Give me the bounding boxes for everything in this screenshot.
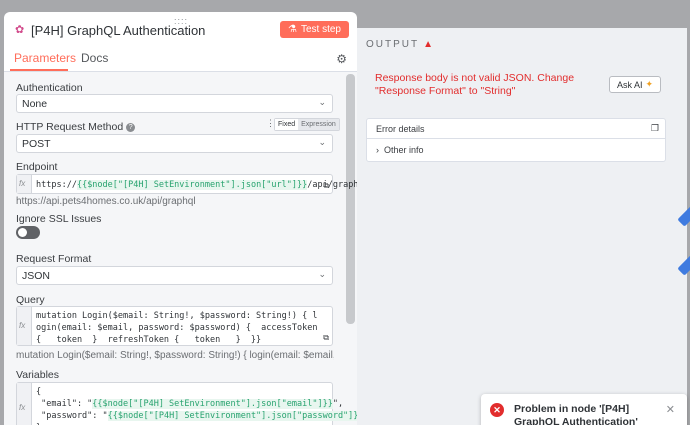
other-info-label: Other info <box>384 145 424 155</box>
copy-icon[interactable]: ❐ <box>651 123 659 134</box>
test-step-button[interactable]: ⚗ Test step <box>280 21 349 38</box>
expand-editor-icon[interactable]: ⧉ <box>323 333 329 343</box>
fixed-expression-toggle[interactable]: Fixed Expression <box>274 118 340 131</box>
http-method-label: HTTP Request Method? <box>16 121 136 133</box>
parameters-scroll-area[interactable]: Authentication None ⌄ HTTP Request Metho… <box>4 72 357 425</box>
request-format-select[interactable]: JSON ⌄ <box>16 266 333 285</box>
info-icon[interactable]: ? <box>126 123 136 132</box>
ssl-label: Ignore SSL Issues <box>16 213 102 225</box>
other-info-toggle[interactable]: › Other info <box>376 145 424 155</box>
variables-password-key: "password": " <box>36 411 108 421</box>
variables-email-key: "email": " <box>36 399 93 409</box>
fx-icon: fx <box>17 383 32 425</box>
http-method-select[interactable]: POST ⌄ <box>16 134 333 153</box>
scrollbar[interactable] <box>346 74 355 324</box>
http-method-label-text: HTTP Request Method <box>16 121 124 133</box>
chevron-right-icon: › <box>376 145 379 155</box>
chevron-down-icon: ⌄ <box>318 97 326 107</box>
toast-message: Problem in node '[P4H] GraphQL Authentic… <box>514 403 638 425</box>
ask-ai-label: Ask AI <box>617 79 643 90</box>
query-expression: mutation Login($email: String!, $passwor… <box>36 311 323 345</box>
expand-editor-icon[interactable]: ⧉ <box>323 181 329 191</box>
authentication-select[interactable]: None ⌄ <box>16 94 333 113</box>
variables-email-end: ", <box>332 399 344 409</box>
error-x-icon: ✕ <box>490 403 504 417</box>
error-message: Response body is not valid JSON. Change … <box>375 72 575 97</box>
endpoint-resolved: https://api.pets4homes.co.uk/api/graphql <box>16 196 196 207</box>
endpoint-input[interactable]: fx https://{{$node["[P4H] SetEnvironment… <box>16 174 357 194</box>
endpoint-label: Endpoint <box>16 161 58 173</box>
endpoint-prefix: https:// <box>36 180 77 190</box>
http-method-value: POST <box>22 138 51 150</box>
variables-password-token: {{$node["[P4H] SetEnvironment"].json["pa… <box>107 411 357 421</box>
query-resolved: mutation Login($email: String!, $passwor… <box>16 350 334 361</box>
variables-expression: { "email": "{{$node["[P4H] SetEnvironmen… <box>36 386 357 425</box>
request-format-label: Request Format <box>16 253 92 265</box>
graphql-node-icon: ✿ <box>15 23 25 36</box>
endpoint-token: {{$node["[P4H] SetEnvironment"].json["ur… <box>76 180 308 190</box>
query-input[interactable]: fx mutation Login($email: String!, $pass… <box>16 306 333 346</box>
variables-email-token: {{$node["[P4H] SetEnvironment"].json["em… <box>92 399 333 409</box>
sparkle-icon: ✦ <box>645 79 654 89</box>
query-label: Query <box>16 294 45 306</box>
request-format-value: JSON <box>22 270 51 282</box>
authentication-label: Authentication <box>16 82 83 94</box>
node-title[interactable]: [P4H] GraphQL Authentication <box>31 23 205 38</box>
ask-ai-button[interactable]: Ask AI ✦ <box>609 76 662 93</box>
fixed-option[interactable]: Fixed <box>275 119 299 130</box>
variables-input[interactable]: fx { "email": "{{$node["[P4H] SetEnviron… <box>16 382 357 425</box>
variables-line: { <box>36 387 42 397</box>
flask-icon: ⚗ <box>288 24 297 35</box>
chevron-down-icon: ⌄ <box>318 269 326 279</box>
output-title: OUTPUT ▲ <box>366 39 433 50</box>
variables-label: Variables <box>16 369 59 381</box>
warning-icon: ▲ <box>423 39 434 50</box>
error-details-header: Error details ❐ <box>367 119 665 139</box>
fx-icon: fx <box>17 175 32 193</box>
endpoint-suffix: /api/graphql <box>307 180 357 190</box>
endpoint-expression: https://{{$node["[P4H] SetEnvironment"].… <box>36 179 357 191</box>
ignore-ssl-toggle[interactable] <box>16 226 40 239</box>
gear-icon[interactable]: ⚙ <box>336 52 347 66</box>
chevron-down-icon: ⌄ <box>318 137 326 147</box>
active-tab-indicator <box>10 69 68 71</box>
fx-icon: fx <box>17 307 32 345</box>
error-details-title: Error details <box>376 124 425 134</box>
close-icon[interactable]: ✕ <box>666 403 675 416</box>
output-panel: OUTPUT ▲ Response body is not valid JSON.… <box>357 28 687 425</box>
tab-parameters[interactable]: Parameters <box>14 51 76 65</box>
variables-line: "email": "{{$node["[P4H] SetEnvironment"… <box>36 398 343 410</box>
expression-option[interactable]: Expression <box>298 119 339 130</box>
output-title-text: OUTPUT <box>366 39 420 50</box>
node-tabs: Parameters Docs ⚙ <box>4 48 357 72</box>
node-parameters-panel: :::: ✿ [P4H] GraphQL Authentication ⚗ Te… <box>4 12 357 425</box>
error-toast: ✕ Problem in node '[P4H] GraphQL Authent… <box>481 394 687 425</box>
error-details-box: Error details ❐ › Other info <box>366 118 666 162</box>
authentication-value: None <box>22 98 48 110</box>
tab-docs[interactable]: Docs <box>81 51 108 65</box>
test-step-label: Test step <box>300 24 341 35</box>
variables-line: "password": "{{$node["[P4H] SetEnvironme… <box>36 410 357 422</box>
